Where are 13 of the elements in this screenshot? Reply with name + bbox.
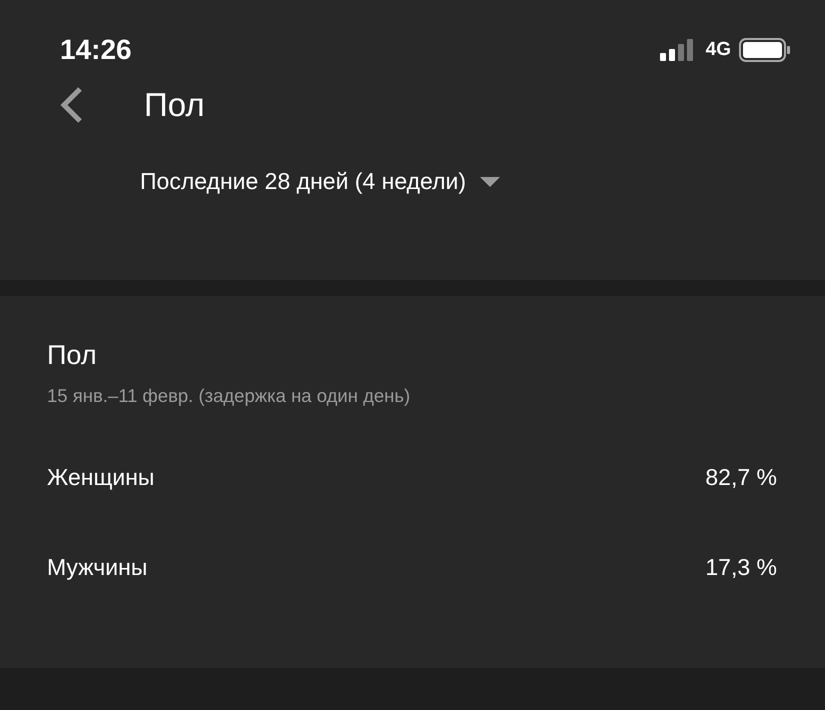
network-label: 4G — [706, 39, 731, 61]
date-range: 15 янв.–11 февр. (задержка на один день) — [47, 385, 412, 407]
card-title: Пол — [47, 340, 98, 371]
gender-label: Женщины — [47, 464, 154, 490]
period-dropdown[interactable]: Последние 28 дней (4 недели) — [140, 164, 500, 199]
status-time: 14:26 — [60, 34, 132, 66]
caret-icon — [480, 176, 500, 186]
percentage-value: 17,3 % — [705, 554, 777, 580]
gender-label: Мужчины — [47, 554, 148, 580]
page-title: Пол — [144, 86, 205, 124]
chevron-left-icon — [58, 86, 84, 124]
battery-icon — [739, 38, 791, 62]
percentage-value: 82,7 % — [705, 464, 777, 490]
